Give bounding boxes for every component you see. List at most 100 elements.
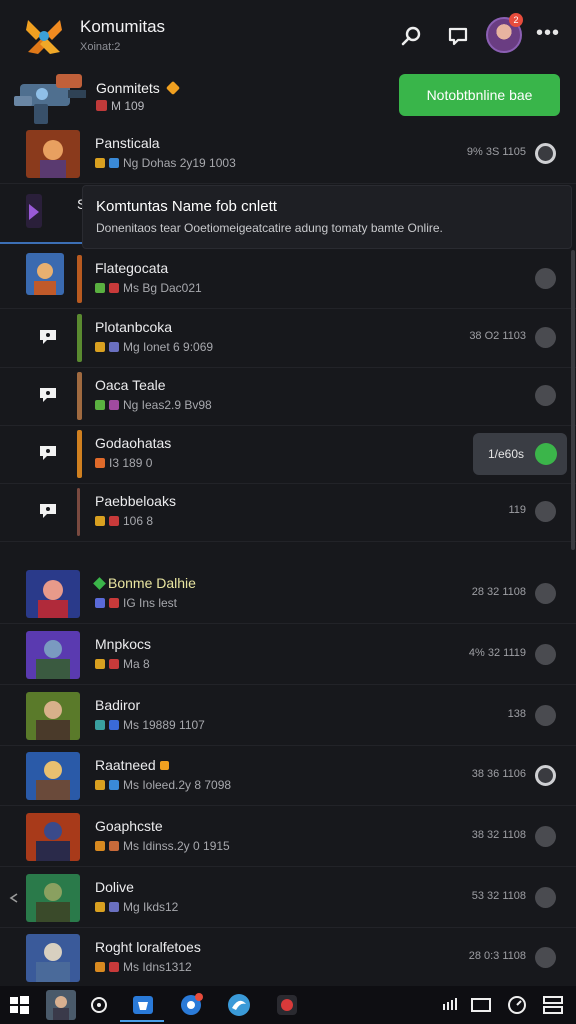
window-icon[interactable] (468, 992, 494, 1018)
item-meta: 106 8 (95, 514, 153, 528)
list-item[interactable]: Raatneed Ms Ioleed.2y 8 7098 38 36 1106 (0, 746, 576, 806)
item-strip (77, 255, 82, 303)
item-stat: 9% 3S 1105 (466, 146, 526, 158)
list-item[interactable]: Goaphcste Ms Idinss.2y 0 1915 38 32 1108 (0, 807, 576, 867)
community-avatar[interactable] (12, 66, 90, 128)
item-thumbnail (26, 253, 64, 295)
status-indicator[interactable] (535, 268, 556, 289)
chat-bubble-icon (40, 504, 56, 518)
network-icon[interactable] (440, 992, 462, 1018)
status-indicator[interactable] (535, 826, 556, 847)
app-window: Komumitas Xoinat:2 2 ••• Gonmitets M 109… (0, 0, 576, 986)
title-block: Komumitas Xoinat:2 (80, 17, 165, 53)
item-strip (77, 430, 82, 478)
settings-icon[interactable] (540, 992, 566, 1018)
item-meta: Ms Bg Dac021 (95, 281, 202, 295)
list-item[interactable]: Pansticala Ng Dohas 2y19 1003 9% 3S 1105 (0, 124, 576, 184)
item-name: Badiror (95, 697, 141, 713)
status-indicator[interactable] (535, 765, 556, 786)
item-stat: 38 36 1106 (471, 768, 526, 780)
item-meta: Ma 8 (95, 657, 150, 671)
scrollbar[interactable] (571, 250, 575, 550)
item-thumbnail (26, 752, 80, 800)
status-indicator[interactable] (535, 947, 556, 968)
item-meta: Ng Dohas 2y19 1003 (95, 156, 236, 170)
item-thumbnail (26, 194, 42, 228)
item-thumbnail (26, 874, 80, 922)
online-status-text: 1/e60s (488, 447, 525, 461)
item-meta: Ms Idinss.2y 0 1915 (95, 839, 230, 853)
list-item[interactable]: Flategocata Ms Bg Dac021 (0, 249, 576, 309)
chat-bubble-icon (40, 330, 56, 344)
windows-start-icon[interactable] (6, 992, 32, 1018)
store-icon[interactable] (130, 992, 156, 1018)
app-title: Komumitas (80, 17, 166, 36)
item-thumbnail (26, 692, 80, 740)
status-indicator[interactable] (535, 501, 556, 522)
browser-icon[interactable] (178, 992, 204, 1018)
item-name: Flategocata (95, 260, 169, 276)
item-thumbnail (26, 130, 80, 178)
taskbar-active-indicator (120, 1020, 164, 1022)
status-indicator[interactable] (535, 705, 556, 726)
item-meta: I3 189 0 (95, 456, 152, 470)
list-item[interactable]: Mnpkocs Ma 8 4% 32 1119 (0, 625, 576, 685)
circle-icon[interactable] (86, 992, 112, 1018)
item-stat: 38 32 1108 (471, 829, 526, 841)
notification-badge: 2 (509, 13, 523, 27)
status-indicator[interactable] (535, 385, 556, 406)
edge-icon[interactable] (226, 992, 252, 1018)
list-item[interactable]: Bonme Dalhie IG Ins lest 28 32 1108 (0, 564, 576, 624)
list-item[interactable]: Dolive Mg Ikds12 53 32 1108 (0, 868, 576, 928)
app-thumb-icon[interactable] (46, 990, 76, 1020)
item-strip (77, 314, 82, 362)
status-indicator[interactable] (535, 644, 556, 665)
item-name: Pansticala (95, 135, 160, 151)
list-item[interactable]: Roght loralfetoes Ms Idns1312 28 0:3 110… (0, 928, 576, 986)
active-tab-indicator (0, 242, 82, 244)
item-stat: 4% 32 1119 (468, 647, 526, 659)
item-thumbnail (26, 934, 80, 982)
item-name: Plotanbcoka (95, 319, 173, 335)
status-indicator[interactable] (535, 143, 556, 164)
item-meta: Ng Ieas2.9 Bv98 (95, 398, 212, 412)
logo-icon (26, 20, 62, 54)
popup-text: Donenitaos tear Ooetiomeigeatcatire adun… (96, 221, 443, 235)
item-stat: 119 (508, 504, 526, 516)
item-stat: 138 (507, 708, 526, 720)
status-indicator[interactable] (535, 327, 556, 348)
item-thumbnail (26, 813, 80, 861)
online-status-pill[interactable]: 1/e60s (473, 433, 567, 475)
item-meta: Ms 19889 1107 (95, 718, 205, 732)
search-icon[interactable] (400, 24, 424, 48)
item-thumbnail (26, 570, 80, 618)
primary-action-button[interactable]: Notobtbnline bae (399, 74, 560, 116)
item-name: Dolive (95, 879, 134, 895)
online-dot-icon (535, 443, 557, 465)
status-indicator[interactable] (535, 887, 556, 908)
item-meta: Ms Idns1312 (95, 960, 192, 974)
popup-title: Komtuntas Name fob cnlett (96, 198, 277, 215)
item-name: Oaca Teale (95, 377, 166, 393)
clock-icon[interactable] (504, 992, 530, 1018)
list-item[interactable]: Paebbeloaks 106 8 119 (0, 482, 576, 542)
item-stat: 38 O2 1103 (469, 330, 526, 342)
list-item[interactable]: Badiror Ms 19889 1107 138 (0, 686, 576, 746)
chat-icon[interactable] (446, 24, 470, 48)
item-name: Raatneed (95, 757, 169, 773)
chevron-left-icon[interactable] (8, 892, 20, 904)
more-icon[interactable]: ••• (536, 22, 560, 45)
item-meta: IG Ins lest (95, 596, 177, 610)
chat-bubble-icon (40, 388, 56, 402)
item-stat: 28 32 1108 (471, 586, 526, 598)
item-strip (77, 488, 80, 536)
item-stat: 28 0:3 1108 (468, 950, 526, 962)
record-icon[interactable] (274, 992, 300, 1018)
tooltip-popup: Komtuntas Name fob cnlett Donenitaos tea… (82, 185, 572, 249)
header: Komumitas Xoinat:2 2 ••• (0, 0, 576, 68)
list-item[interactable]: Plotanbcoka Mg Ionet 6 9:069 38 O2 1103 (0, 308, 576, 368)
list-item[interactable]: Oaca Teale Ng Ieas2.9 Bv98 (0, 366, 576, 426)
status-indicator[interactable] (535, 583, 556, 604)
item-meta: Mg Ikds12 (95, 900, 178, 914)
item-meta: Mg Ionet 6 9:069 (95, 340, 213, 354)
